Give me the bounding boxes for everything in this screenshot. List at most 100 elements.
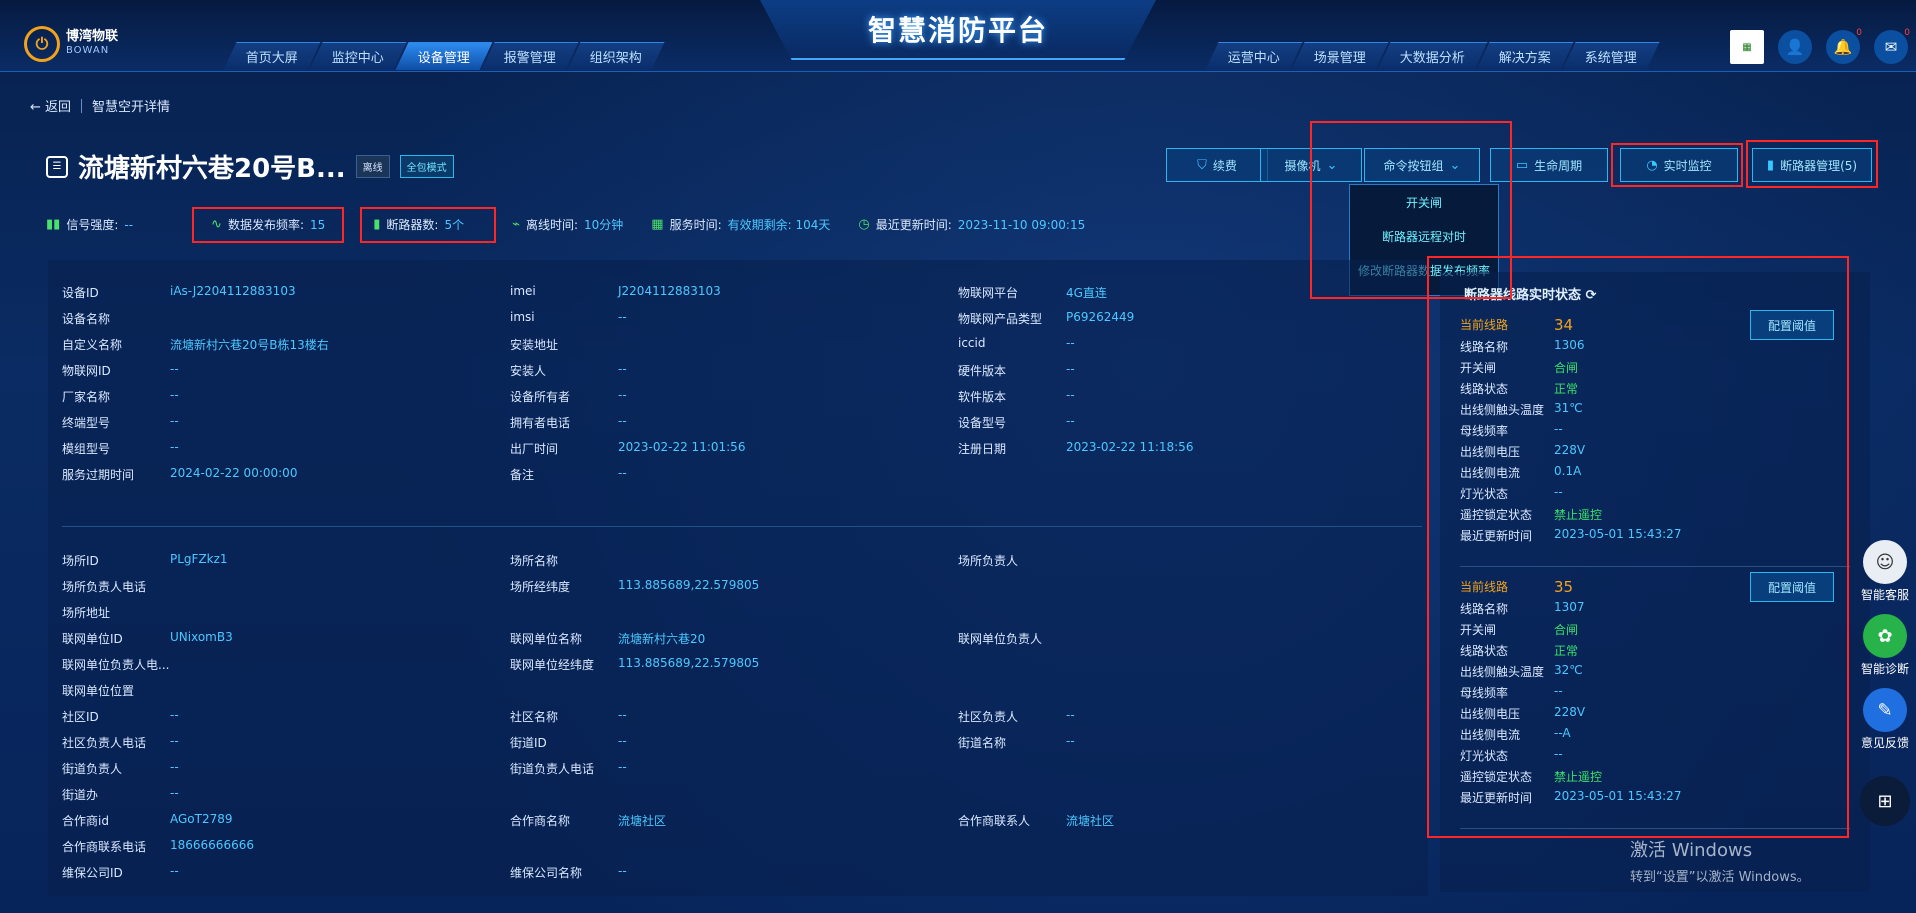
nav-scene[interactable]: 场景管理 (1291, 42, 1389, 70)
breadcrumb-separator (81, 98, 83, 113)
highlight-freq (192, 207, 344, 243)
site-field: 联网单位ID UNixomB3 (62, 630, 233, 647)
menu-widget[interactable]: ⊞ (1856, 776, 1914, 826)
device-field: 终端型号 -- (62, 414, 179, 431)
highlight-breaker-mgmt (1746, 140, 1878, 188)
field-label: 安装地址 (510, 338, 559, 352)
diagnose-icon: ✿ (1863, 614, 1907, 658)
field-value: 2023-02-22 11:01:56 (618, 440, 746, 454)
field-label: 社区负责人电话 (62, 736, 147, 750)
device-icon: ☰ (46, 155, 68, 178)
field-label: 物联网ID (62, 364, 111, 378)
device-field: 安装人 -- (510, 362, 627, 379)
offline-icon: ⌁ (512, 217, 520, 232)
qrcode-icon[interactable]: ▦ (1730, 30, 1764, 64)
field-value: 2024-02-22 00:00:00 (170, 466, 298, 480)
field-value: -- (618, 760, 627, 774)
field-value: 流塘社区 (618, 814, 667, 828)
field-value: -- (618, 414, 627, 428)
mail-icon[interactable]: ✉ 0 (1874, 28, 1910, 64)
field-label: 安装人 (510, 364, 547, 378)
field-label: 模组型号 (62, 442, 111, 456)
field-label: 街道办 (62, 788, 99, 802)
device-field: 设备名称 (62, 310, 170, 327)
brand-logo: ⏻ 博湾物联 BOWAN (24, 26, 118, 62)
site-field: 联网单位位置 (62, 682, 170, 699)
site-field: 合作商id AGoT2789 (62, 812, 233, 829)
site-field: 街道办 -- (62, 786, 179, 803)
field-value: -- (618, 362, 627, 376)
nav-device-mgmt[interactable]: 设备管理 (395, 42, 493, 70)
watermark-line2: 转到“设置”以激活 Windows。 (1630, 870, 1810, 885)
field-value: 18666666666 (170, 838, 254, 852)
field-value: -- (618, 734, 627, 748)
field-label: 合作商联系电话 (62, 840, 147, 854)
site-field: 街道负责人 -- (62, 760, 179, 777)
feedback-widget[interactable]: ✎ 意见反馈 (1856, 688, 1914, 751)
field-value: -- (1066, 362, 1075, 376)
nav-left: 首页大屏 监控中心 设备管理 报警管理 组织架构 (223, 42, 665, 70)
device-field: iccid -- (958, 336, 1075, 350)
device-field: 注册日期 2023-02-22 11:18:56 (958, 440, 1193, 457)
field-value: 113.885689,22.579805 (618, 578, 760, 592)
device-field: 物联网平台 4G直连 (958, 284, 1107, 301)
field-label: 社区名称 (510, 710, 559, 724)
highlight-status (1427, 256, 1849, 838)
field-value: -- (170, 388, 179, 402)
user-icon[interactable]: 👤 (1778, 30, 1812, 64)
field-value: 流塘新村六巷20号B栋13楼右 (170, 338, 329, 352)
field-value: -- (170, 362, 179, 376)
field-label: 物联网产品类型 (958, 312, 1043, 326)
device-field: 软件版本 -- (958, 388, 1075, 405)
device-heading: ☰ 流塘新村六巷20号B... 离线 全包模式 (46, 148, 454, 185)
field-value: 113.885689,22.579805 (618, 656, 760, 670)
clock-icon: ◷ (858, 217, 870, 232)
nav-org[interactable]: 组织架构 (567, 42, 665, 70)
field-label: 社区负责人 (958, 710, 1019, 724)
field-value: -- (618, 466, 627, 480)
field-label: 注册日期 (958, 442, 1007, 456)
device-field: 设备ID iAs-J2204112883103 (62, 284, 296, 301)
field-label: 拥有者电话 (510, 416, 571, 430)
field-label: 硬件版本 (958, 364, 1007, 378)
nav-solutions[interactable]: 解决方案 (1476, 42, 1574, 70)
site-field: 社区ID -- (62, 708, 179, 725)
nav-right: 运营中心 场景管理 大数据分析 解决方案 系统管理 (1205, 42, 1660, 70)
field-label: 物联网平台 (958, 286, 1019, 300)
field-value: -- (170, 414, 179, 428)
nav-operations[interactable]: 运营中心 (1205, 42, 1303, 70)
device-field: 拥有者电话 -- (510, 414, 627, 431)
bell-icon[interactable]: 🔔 0 (1826, 28, 1862, 64)
field-label: 自定义名称 (62, 338, 123, 352)
field-label: 街道名称 (958, 736, 1007, 750)
site-field: 场所地址 (62, 604, 170, 621)
site-field: 社区负责人 -- (958, 708, 1075, 725)
watermark-line1: 激活 Windows (1630, 840, 1753, 861)
field-value: -- (170, 734, 179, 748)
field-label: 社区ID (62, 710, 99, 724)
device-field: 设备所有者 -- (510, 388, 627, 405)
field-value: iAs-J2204112883103 (170, 284, 296, 298)
nav-home[interactable]: 首页大屏 (223, 42, 321, 70)
mode-tag: 全包模式 (399, 155, 454, 178)
field-value: -- (618, 310, 627, 324)
site-field: 街道ID -- (510, 734, 627, 751)
back-link[interactable]: ← 返回 (30, 96, 71, 115)
title-plate: 智慧消防平台 (760, 0, 1156, 60)
field-label: 出厂时间 (510, 442, 559, 456)
renew-button[interactable]: ⛉ 续费 (1166, 148, 1268, 182)
service-widget[interactable]: ☺ 智能客服 (1856, 540, 1914, 603)
site-field: 街道负责人电话 -- (510, 760, 627, 777)
nav-system[interactable]: 系统管理 (1562, 42, 1660, 70)
field-label: 备注 (510, 468, 535, 482)
windows-watermark: 激活 Windows 转到“设置”以激活 Windows。 (1630, 836, 1810, 885)
nav-bigdata[interactable]: 大数据分析 (1377, 42, 1488, 70)
diagnose-widget[interactable]: ✿ 智能诊断 (1856, 614, 1914, 677)
field-value: 流塘新村六巷20 (618, 632, 706, 646)
site-field: 社区名称 -- (510, 708, 627, 725)
nav-monitor[interactable]: 监控中心 (309, 42, 407, 70)
nav-alarm[interactable]: 报警管理 (481, 42, 579, 70)
field-label: 街道负责人 (62, 762, 123, 776)
device-field: 物联网ID -- (62, 362, 179, 379)
field-label: 场所地址 (62, 606, 111, 620)
